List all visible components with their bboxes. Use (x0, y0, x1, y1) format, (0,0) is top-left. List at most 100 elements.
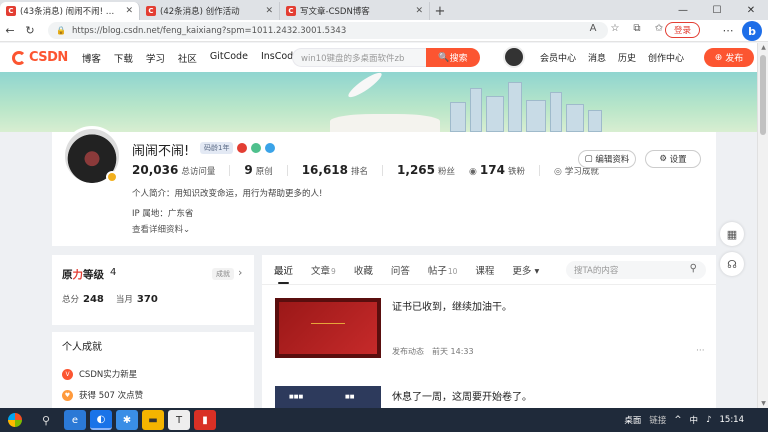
taskbar-search-icon[interactable]: ⚲ (30, 408, 62, 432)
tab-courses[interactable]: 课程 (475, 263, 494, 277)
more-menu-icon[interactable]: ⋯ (718, 24, 738, 37)
post-image-certificate[interactable] (275, 298, 381, 358)
taskbar-app-browser-icon[interactable]: ◐ (90, 410, 112, 430)
level-card[interactable] (52, 255, 254, 325)
scroll-down-icon[interactable]: ▼ (758, 400, 768, 407)
post-image-2[interactable]: ■■■ ■■ (275, 386, 381, 408)
tray-clock[interactable]: 15:14 (720, 415, 745, 425)
tab-posts[interactable]: 帖子10 (428, 263, 458, 277)
taskbar-app-typora-icon[interactable]: T (168, 410, 190, 430)
medal-badge-icon[interactable] (251, 143, 262, 153)
lock-icon: 🔒 (56, 26, 66, 35)
tab-label: 帖子 (427, 265, 447, 277)
start-button[interactable] (0, 408, 30, 432)
tab-label: 收藏 (353, 265, 373, 277)
close-tab-icon[interactable]: ✕ (125, 6, 133, 16)
tray-chevron-icon[interactable]: ^ (674, 415, 681, 425)
star-badge-icon[interactable] (265, 143, 276, 153)
level-title-suffix: 等级 (83, 269, 104, 281)
stat-value: 20,036 (132, 163, 179, 177)
scroll-up-icon[interactable]: ▲ (758, 44, 768, 51)
close-tab-icon[interactable]: ✕ (415, 6, 423, 16)
taskbar-app-bluetooth-icon[interactable]: ✱ (116, 410, 138, 430)
minimize-icon[interactable]: — (666, 0, 700, 20)
scrollbar-thumb[interactable] (760, 55, 766, 135)
achievements-title: 个人成就 (62, 342, 102, 353)
maximize-icon[interactable]: ☐ (700, 0, 734, 20)
taskbar-app-red-icon[interactable]: ▮ (194, 410, 216, 430)
tray-link[interactable]: 链接 (649, 414, 666, 426)
post-more-icon[interactable]: ··· (696, 346, 705, 356)
history-link[interactable]: 历史 (618, 51, 636, 64)
feed-search-input[interactable]: 搜TA的内容 ⚲ (566, 261, 706, 279)
tab-articles[interactable]: 文章9 (311, 263, 336, 277)
stat-rank: 16,618 排名 (302, 163, 368, 177)
site-search-input[interactable]: win10键盘的多桌面软件zb (292, 48, 426, 67)
login-label: 登录 (674, 26, 692, 36)
page-scrollbar[interactable]: ▲ ▼ (757, 43, 768, 408)
tab-favorites[interactable]: 收藏 (354, 263, 373, 277)
medal-icon: V (62, 368, 73, 380)
tray-volume-icon[interactable]: ♪ (706, 415, 711, 425)
tab-qa[interactable]: 问答 (391, 263, 410, 277)
taskbar-app-folder-icon[interactable]: ▬ (142, 410, 164, 430)
bing-copilot-icon[interactable]: b (742, 21, 762, 41)
qr-code-icon[interactable]: ▦ (720, 222, 744, 246)
tab-more[interactable]: 更多 ▾ (512, 263, 539, 277)
rank-badge-icon[interactable] (237, 143, 248, 153)
browser-tab-1[interactable]: C (43条消息) 闹闹不闹! 的博客_CS ✕ (0, 2, 140, 20)
main-nav: 博客 下载 学习 社区 GitCode InsCode (82, 51, 299, 65)
post-type: 发布动态 (392, 347, 424, 356)
settings-button[interactable]: ⚙ 设置 (645, 150, 701, 168)
nav-download[interactable]: 下载 (114, 51, 133, 65)
browser-tab-3[interactable]: C 写文章-CSDN博客 ✕ (280, 2, 430, 20)
back-icon[interactable]: ← (0, 24, 20, 37)
level-tag: 成就 (212, 268, 234, 280)
close-window-icon[interactable]: ✕ (734, 0, 768, 20)
post-time: 前天 14:33 (432, 347, 474, 356)
customer-service-icon[interactable]: ☊ (720, 252, 744, 276)
favorite-star-icon[interactable]: ☆ (606, 23, 624, 34)
nav-community[interactable]: 社区 (178, 51, 197, 65)
browser-tab-2[interactable]: C (42条消息) 创作活动 ✕ (140, 2, 280, 20)
level-value: 4 (110, 267, 117, 278)
address-bar[interactable]: 🔒 https://blog.csdn.net/feng_kaixiang?sp… (48, 22, 608, 39)
refresh-icon[interactable]: ↻ (20, 24, 40, 37)
stat-value: 174 (479, 163, 505, 177)
view-details-link[interactable]: 查看详细资料⌄ (132, 223, 190, 235)
profile-banner (0, 72, 757, 132)
years-badge[interactable]: 码龄1年 (200, 142, 234, 154)
post-text[interactable]: 证书已收到，继续加油干。 (392, 298, 512, 313)
read-aloud-icon[interactable]: A (584, 23, 602, 34)
header-avatar[interactable] (503, 46, 525, 68)
split-screen-icon[interactable]: ⧉ (628, 23, 646, 34)
post-meta: 发布动态 前天 14:33 (392, 346, 474, 357)
new-tab-icon[interactable]: + (430, 2, 450, 20)
tray-ime[interactable]: 中 (690, 414, 699, 426)
nav-gitcode[interactable]: GitCode (210, 51, 248, 65)
chevron-right-icon[interactable]: › (238, 266, 242, 279)
close-tab-icon[interactable]: ✕ (265, 6, 273, 16)
nav-learn[interactable]: 学习 (146, 51, 165, 65)
publish-label: 发布 (725, 54, 744, 64)
tab-recent[interactable]: 最近 (274, 263, 293, 284)
csdn-logo[interactable]: CSDN (12, 50, 68, 65)
tray-desktop[interactable]: 桌面 (624, 414, 641, 426)
post-text[interactable]: 休息了一周，这周要开始卷了。 (392, 388, 532, 403)
edit-profile-button[interactable]: ▢ 编辑资料 (578, 150, 636, 168)
search-icon[interactable]: ⚲ (690, 263, 697, 274)
nav-blog[interactable]: 博客 (82, 51, 101, 65)
tab-label: 课程 (475, 265, 495, 277)
user-bio: 个人简介：用知识改变命运，用行为帮助更多的人! (132, 189, 323, 199)
site-search-button[interactable]: 🔍 搜索 (426, 48, 480, 67)
csdn-logo-icon (12, 50, 26, 65)
creator-center-link[interactable]: 创作中心 (648, 51, 684, 64)
taskbar-app-edge-icon[interactable]: e (64, 410, 86, 430)
system-tray: 桌面 链接 ^ 中 ♪ 15:14 (624, 408, 768, 432)
messages-link[interactable]: 消息 (588, 51, 606, 64)
feed-search-placeholder: 搜TA的内容 (574, 266, 619, 276)
stat-label: 铁粉 (507, 167, 525, 177)
member-center-link[interactable]: 会员中心 (540, 51, 576, 64)
publish-button[interactable]: ⊕ 发布 (704, 48, 754, 67)
browser-login-button[interactable]: 登录 (665, 22, 701, 38)
